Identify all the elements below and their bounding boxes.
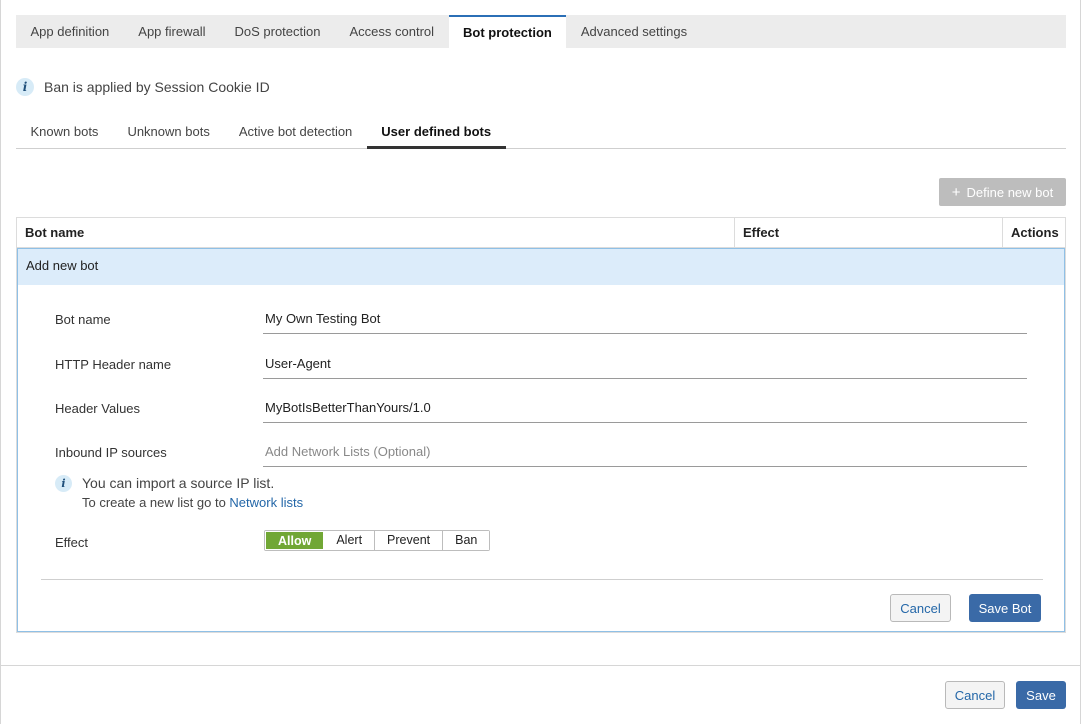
save-bot-button[interactable]: Save Bot xyxy=(969,594,1041,622)
effect-option-prevent[interactable]: Prevent xyxy=(375,531,444,550)
top-tab-bar: App definition App firewall DoS protecti… xyxy=(16,15,1066,48)
bot-sub-tab-bar: Known bots Unknown bots Active bot detec… xyxy=(16,115,1066,149)
effect-segmented-control: Allow Alert Prevent Ban xyxy=(264,530,491,551)
header-values-label: Header Values xyxy=(55,401,141,416)
plus-icon: + xyxy=(951,183,961,201)
bot-name-input[interactable] xyxy=(263,304,1027,334)
inbound-ip-input[interactable] xyxy=(263,437,1027,467)
effect-label: Effect xyxy=(55,535,89,550)
frame-left-border xyxy=(0,0,1,724)
table-header: Bot name Effect Actions xyxy=(17,218,1065,248)
tab-advanced-settings[interactable]: Advanced settings xyxy=(566,15,701,48)
import-ip-hint: i You can import a source IP list. To cr… xyxy=(55,475,303,513)
inbound-ip-label: Inbound IP sources xyxy=(55,445,167,460)
tab-unknown-bots[interactable]: Unknown bots xyxy=(113,115,224,149)
info-icon: i xyxy=(55,475,72,492)
info-icon: i xyxy=(16,78,34,96)
hint-line-2: To create a new list go to Network lists xyxy=(82,493,303,513)
footer-divider xyxy=(0,665,1081,666)
ban-info-row: i Ban is applied by Session Cookie ID xyxy=(16,78,270,96)
ban-info-text: Ban is applied by Session Cookie ID xyxy=(44,79,270,95)
column-bot-name: Bot name xyxy=(17,218,735,248)
tab-dos-protection[interactable]: DoS protection xyxy=(220,15,335,48)
bot-name-label: Bot name xyxy=(55,312,111,327)
cancel-bot-button[interactable]: Cancel xyxy=(890,594,951,622)
tab-app-definition[interactable]: App definition xyxy=(16,15,124,48)
hint-line-2-prefix: To create a new list go to xyxy=(82,495,230,510)
effect-option-alert[interactable]: Alert xyxy=(324,531,376,550)
http-header-name-label: HTTP Header name xyxy=(55,357,172,372)
column-effect: Effect xyxy=(735,218,1003,248)
tab-app-firewall[interactable]: App firewall xyxy=(124,15,220,48)
cancel-button[interactable]: Cancel xyxy=(945,681,1005,709)
network-lists-link[interactable]: Network lists xyxy=(229,495,303,510)
tab-user-defined-bots[interactable]: User defined bots xyxy=(366,115,506,149)
panel-divider xyxy=(41,579,1043,580)
define-new-bot-button[interactable]: + Define new bot xyxy=(939,178,1066,206)
header-values-input[interactable] xyxy=(263,393,1027,423)
tab-access-control[interactable]: Access control xyxy=(335,15,449,48)
save-button[interactable]: Save xyxy=(1016,681,1066,709)
tab-active-bot-detection[interactable]: Active bot detection xyxy=(224,115,366,149)
tab-known-bots[interactable]: Known bots xyxy=(16,115,113,149)
hint-line-1: You can import a source IP list. xyxy=(82,475,275,491)
add-new-bot-title: Add new bot xyxy=(18,249,1064,285)
effect-option-allow[interactable]: Allow xyxy=(265,531,325,550)
import-ip-hint-text: You can import a source IP list. To crea… xyxy=(82,473,303,513)
effect-option-ban[interactable]: Ban xyxy=(443,531,490,550)
user-defined-bots-table: Bot name Effect Actions Add new bot Bot … xyxy=(16,217,1066,633)
http-header-name-input[interactable] xyxy=(263,349,1027,379)
define-new-bot-label: Define new bot xyxy=(966,184,1054,200)
add-new-bot-panel: Add new bot Bot name HTTP Header name He… xyxy=(17,248,1065,632)
column-actions: Actions xyxy=(1011,225,1059,240)
tab-bot-protection[interactable]: Bot protection xyxy=(448,15,567,48)
